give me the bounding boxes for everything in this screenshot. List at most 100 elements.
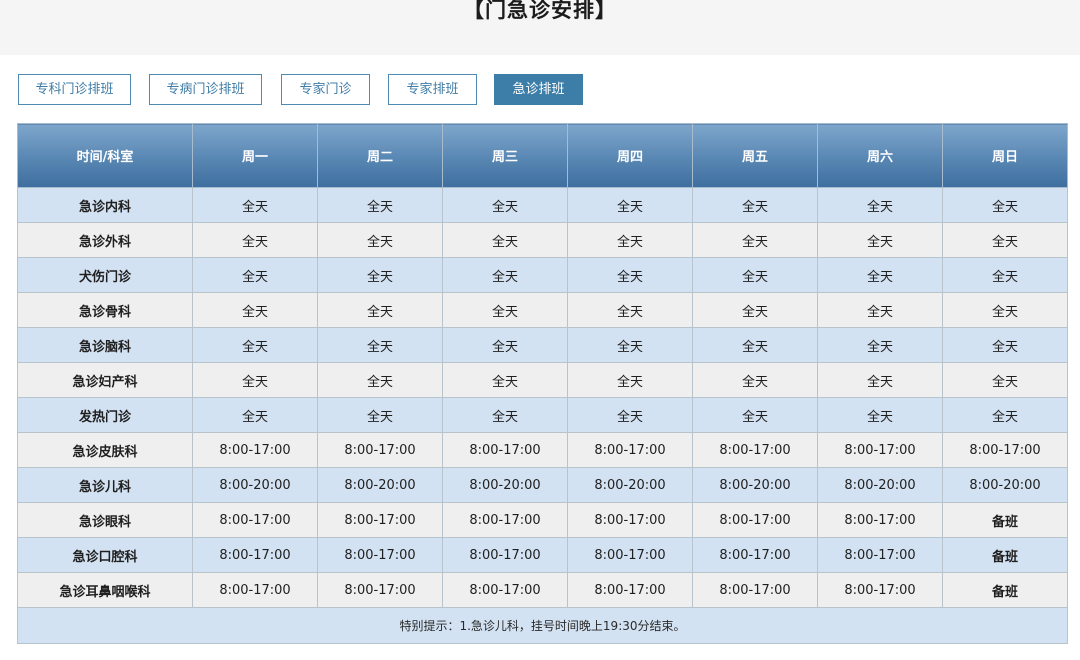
schedule-cell: 8:00-17:00 <box>317 432 443 468</box>
schedule-cell: 全天 <box>692 292 818 328</box>
department-cell: 急诊皮肤科 <box>17 432 193 468</box>
column-header: 时间/科室 <box>17 123 193 188</box>
schedule-cell: 全天 <box>442 327 568 363</box>
schedule-cell: 全天 <box>567 292 693 328</box>
schedule-cell: 8:00-17:00 <box>442 502 568 538</box>
schedule-cell: 全天 <box>817 222 943 258</box>
schedule-cell: 全天 <box>442 187 568 223</box>
schedule-cell: 全天 <box>942 222 1068 258</box>
department-cell: 急诊内科 <box>17 187 193 223</box>
table-row: 急诊儿科 8:00-20:00 8:00-20:00 8:00-20:00 8:00-2… <box>17 467 1068 503</box>
schedule-cell: 8:00-17:00 <box>317 537 443 573</box>
schedule-cell: 8:00-17:00 <box>192 432 318 468</box>
department-cell: 急诊口腔科 <box>17 537 193 573</box>
schedule-cell: 全天 <box>442 257 568 293</box>
table-header-row: 时间/科室 周一 周二 周三 周四 周五 周六 周日 <box>17 123 1068 188</box>
department-cell: 急诊骨科 <box>17 292 193 328</box>
emergency-schedule-table: 时间/科室 周一 周二 周三 周四 周五 周六 周日 急诊内科 全天 全天 全天 全天全… <box>17 123 1068 644</box>
schedule-cell: 8:00-17:00 <box>442 537 568 573</box>
department-cell: 急诊脑科 <box>17 327 193 363</box>
schedule-cell: 8:00-17:00 <box>692 502 818 538</box>
schedule-cell: 全天 <box>692 222 818 258</box>
schedule-cell: 8:00-20:00 <box>567 467 693 503</box>
schedule-cell: 8:00-17:00 <box>192 502 318 538</box>
schedule-cell: 全天 <box>192 222 318 258</box>
schedule-cell: 全天 <box>692 257 818 293</box>
table-row: 急诊耳鼻咽喉科 8:00-17:00 8:00-17:00 8:00-17:00 8:0… <box>17 572 1068 608</box>
tab-emergency-schedule[interactable]: 急诊排班 <box>494 74 583 105</box>
schedule-cell: 全天 <box>817 257 943 293</box>
schedule-cell: 8:00-17:00 <box>817 432 943 468</box>
table-row: 急诊内科 全天 全天 全天 全天 全天 全天 全天 <box>17 187 1068 223</box>
title-bar: 【门急诊安排】 <box>0 0 1080 55</box>
schedule-cell: 8:00-17:00 <box>442 432 568 468</box>
tab-expert-clinic[interactable]: 专家门诊 <box>281 74 370 105</box>
department-cell: 急诊妇产科 <box>17 362 193 398</box>
schedule-cell: 备班 <box>942 537 1068 573</box>
table-row: 急诊妇产科 全天 全天 全天 全天 全天 全天 全天 <box>17 362 1068 398</box>
department-cell: 发热门诊 <box>17 397 193 433</box>
schedule-cell: 全天 <box>942 397 1068 433</box>
schedule-cell: 8:00-17:00 <box>817 537 943 573</box>
schedule-cell: 全天 <box>192 362 318 398</box>
tab-disease-clinic-schedule[interactable]: 专病门诊排班 <box>149 74 262 105</box>
schedule-cell: 8:00-17:00 <box>192 572 318 608</box>
schedule-cell: 备班 <box>942 502 1068 538</box>
schedule-cell: 全天 <box>567 257 693 293</box>
table-row: 急诊眼科 8:00-17:00 8:00-17:00 8:00-17:00 8:00-1… <box>17 502 1068 538</box>
tab-expert-schedule[interactable]: 专家排班 <box>388 74 477 105</box>
table-row: 急诊骨科 全天 全天 全天 全天 全天 全天 全天 <box>17 292 1068 328</box>
schedule-cell: 8:00-17:00 <box>567 537 693 573</box>
column-header: 周四 <box>567 123 693 188</box>
table-body: 急诊内科 全天 全天 全天 全天 全天 全天 全天 急诊外科 全天 全天 全天 全天 全天 全天 全天 犬伤门诊… <box>17 187 1068 608</box>
schedule-cell: 全天 <box>817 187 943 223</box>
column-header: 周五 <box>692 123 818 188</box>
schedule-cell: 全天 <box>817 327 943 363</box>
schedule-cell: 8:00-17:00 <box>817 572 943 608</box>
schedule-cell: 全天 <box>817 397 943 433</box>
schedule-cell: 8:00-17:00 <box>692 537 818 573</box>
schedule-cell: 全天 <box>942 362 1068 398</box>
column-header: 周三 <box>442 123 568 188</box>
schedule-cell: 全天 <box>692 397 818 433</box>
schedule-cell: 8:00-17:00 <box>692 572 818 608</box>
schedule-cell: 8:00-17:00 <box>942 432 1068 468</box>
schedule-cell: 全天 <box>817 362 943 398</box>
schedule-cell: 8:00-17:00 <box>317 572 443 608</box>
department-cell: 急诊儿科 <box>17 467 193 503</box>
page: 【门急诊安排】 专科门诊排班 专病门诊排班 专家门诊 专家排班 急诊排班 时间/… <box>0 0 1080 660</box>
schedule-cell: 8:00-17:00 <box>442 572 568 608</box>
schedule-cell: 8:00-20:00 <box>442 467 568 503</box>
schedule-cell: 全天 <box>567 187 693 223</box>
schedule-cell: 8:00-20:00 <box>692 467 818 503</box>
page-title: 【门急诊安排】 <box>463 0 617 22</box>
schedule-cell: 全天 <box>442 222 568 258</box>
department-cell: 急诊外科 <box>17 222 193 258</box>
table-note-row: 特别提示：1.急诊儿科，挂号时间晚上19:30分结束。 <box>17 607 1068 644</box>
column-header: 周六 <box>817 123 943 188</box>
schedule-cell: 全天 <box>317 292 443 328</box>
schedule-cell: 全天 <box>442 292 568 328</box>
schedule-cell: 全天 <box>192 327 318 363</box>
schedule-cell: 8:00-17:00 <box>817 502 943 538</box>
schedule-cell: 8:00-17:00 <box>317 502 443 538</box>
table-row: 急诊脑科 全天 全天 全天 全天 全天 全天 全天 <box>17 327 1068 363</box>
table-row: 急诊皮肤科 8:00-17:00 8:00-17:00 8:00-17:00 8:00-… <box>17 432 1068 468</box>
schedule-cell: 全天 <box>192 257 318 293</box>
table-row: 犬伤门诊 全天 全天 全天 全天 全天 全天 全天 <box>17 257 1068 293</box>
column-header: 周二 <box>317 123 443 188</box>
schedule-cell: 全天 <box>442 397 568 433</box>
table-row: 急诊口腔科 8:00-17:00 8:00-17:00 8:00-17:00 8:00-… <box>17 537 1068 573</box>
schedule-cell: 全天 <box>192 397 318 433</box>
schedule-cell: 全天 <box>317 187 443 223</box>
schedule-cell: 全天 <box>692 187 818 223</box>
schedule-cell: 全天 <box>317 257 443 293</box>
schedule-cell: 8:00-20:00 <box>317 467 443 503</box>
table-row: 急诊外科 全天 全天 全天 全天 全天 全天 全天 <box>17 222 1068 258</box>
schedule-cell: 全天 <box>442 362 568 398</box>
column-header: 周一 <box>192 123 318 188</box>
tab-specialty-clinic-schedule[interactable]: 专科门诊排班 <box>18 74 131 105</box>
schedule-cell: 全天 <box>567 362 693 398</box>
schedule-cell: 全天 <box>567 222 693 258</box>
schedule-cell: 全天 <box>942 327 1068 363</box>
